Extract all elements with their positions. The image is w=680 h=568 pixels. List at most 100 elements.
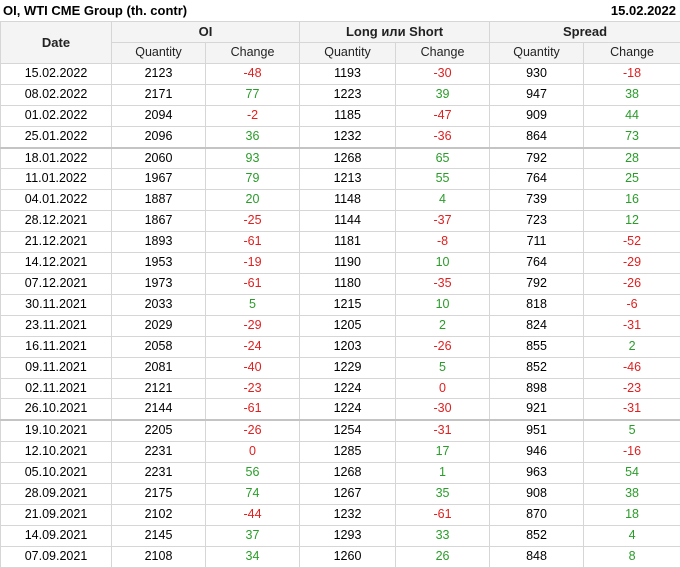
spread-quantity-cell: 930 [490, 63, 584, 84]
date-cell: 07.09.2021 [1, 546, 112, 567]
long-short-change-cell: -26 [396, 336, 490, 357]
oi-change-cell: -25 [206, 211, 300, 232]
long-short-quantity-cell: 1190 [300, 253, 396, 274]
spread-change-cell: 54 [584, 463, 680, 484]
oi-change-cell: -61 [206, 273, 300, 294]
oi-quantity-cell: 1887 [112, 190, 206, 211]
oi-quantity-cell: 1953 [112, 253, 206, 274]
date-cell: 14.09.2021 [1, 525, 112, 546]
long-short-change-cell: -35 [396, 273, 490, 294]
long-short-quantity-cell: 1224 [300, 378, 396, 399]
spread-group-header: Spread [490, 22, 680, 43]
oi-change-cell: 79 [206, 169, 300, 190]
spread-change-cell: -31 [584, 399, 680, 420]
table-row: 30.11.202120335121510818-6 [1, 294, 680, 315]
spread-change-cell: 25 [584, 169, 680, 190]
oi-change-cell: 5 [206, 294, 300, 315]
oi-quantity-cell: 2060 [112, 148, 206, 169]
oi-quantity-cell: 2231 [112, 442, 206, 463]
oi-change-cell: -40 [206, 357, 300, 378]
date-cell: 08.02.2022 [1, 84, 112, 105]
oi-change-cell: -2 [206, 105, 300, 126]
date-cell: 25.01.2022 [1, 126, 112, 147]
long-short-change-cell: 4 [396, 190, 490, 211]
long-short-quantity-cell: 1144 [300, 211, 396, 232]
long-short-change-cell: 1 [396, 463, 490, 484]
long-short-change-cell: -30 [396, 63, 490, 84]
oi-change-cell: 34 [206, 546, 300, 567]
table-row: 07.09.20212108341260268488 [1, 546, 680, 567]
oi-change-cell: -61 [206, 399, 300, 420]
spread-quantity-cell: 864 [490, 126, 584, 147]
oi-quantity-cell: 2094 [112, 105, 206, 126]
spread-change-cell: 18 [584, 504, 680, 525]
table-row: 05.10.20212231561268196354 [1, 463, 680, 484]
table-row: 07.12.20211973-611180-35792-26 [1, 273, 680, 294]
oi-change-cell: -19 [206, 253, 300, 274]
long-short-change-header: Change [396, 43, 490, 64]
table-row: 23.11.20212029-2912052824-31 [1, 315, 680, 336]
table-row: 04.01.20221887201148473916 [1, 190, 680, 211]
date-cell: 19.10.2021 [1, 420, 112, 441]
date-cell: 01.02.2022 [1, 105, 112, 126]
long-short-quantity-cell: 1223 [300, 84, 396, 105]
report-title: OI, WTI CME Group (th. contr) [3, 3, 187, 18]
spread-change-cell: -18 [584, 63, 680, 84]
date-cell: 12.10.2021 [1, 442, 112, 463]
date-column-header: Date [1, 22, 112, 64]
long-short-quantity-cell: 1232 [300, 126, 396, 147]
spread-change-cell: -26 [584, 273, 680, 294]
spread-quantity-cell: 792 [490, 148, 584, 169]
long-short-change-cell: -8 [396, 232, 490, 253]
long-short-quantity-cell: 1213 [300, 169, 396, 190]
date-cell: 07.12.2021 [1, 273, 112, 294]
date-cell: 26.10.2021 [1, 399, 112, 420]
oi-change-cell: 36 [206, 126, 300, 147]
date-cell: 30.11.2021 [1, 294, 112, 315]
spread-change-cell: 12 [584, 211, 680, 232]
oi-change-header: Change [206, 43, 300, 64]
spread-change-cell: 4 [584, 525, 680, 546]
table-row: 08.02.202221717712233994738 [1, 84, 680, 105]
oi-change-cell: 77 [206, 84, 300, 105]
oi-quantity-cell: 2081 [112, 357, 206, 378]
table-row: 26.10.20212144-611224-30921-31 [1, 399, 680, 420]
date-cell: 23.11.2021 [1, 315, 112, 336]
oi-change-cell: 93 [206, 148, 300, 169]
oi-change-cell: -29 [206, 315, 300, 336]
spread-change-cell: 5 [584, 420, 680, 441]
spread-quantity-cell: 852 [490, 525, 584, 546]
oi-quantity-cell: 2121 [112, 378, 206, 399]
spread-change-cell: 38 [584, 84, 680, 105]
oi-change-cell: -23 [206, 378, 300, 399]
oi-change-cell: -48 [206, 63, 300, 84]
table-row: 16.11.20212058-241203-268552 [1, 336, 680, 357]
spread-quantity-cell: 908 [490, 484, 584, 505]
spread-quantity-cell: 824 [490, 315, 584, 336]
long-short-group-header: Long или Short [300, 22, 490, 43]
long-short-quantity-cell: 1224 [300, 399, 396, 420]
date-cell: 14.12.2021 [1, 253, 112, 274]
table-row: 21.12.20211893-611181-8711-52 [1, 232, 680, 253]
oi-table: Date OI Long или Short Spread Quantity C… [0, 21, 680, 568]
long-short-change-cell: 10 [396, 294, 490, 315]
table-row: 11.01.202219677912135576425 [1, 169, 680, 190]
oi-quantity-cell: 2144 [112, 399, 206, 420]
spread-quantity-cell: 764 [490, 253, 584, 274]
long-short-quantity-cell: 1203 [300, 336, 396, 357]
long-short-quantity-cell: 1268 [300, 148, 396, 169]
long-short-quantity-cell: 1229 [300, 357, 396, 378]
date-cell: 15.02.2022 [1, 63, 112, 84]
date-cell: 04.01.2022 [1, 190, 112, 211]
spread-change-cell: 16 [584, 190, 680, 211]
long-short-quantity-cell: 1268 [300, 463, 396, 484]
oi-quantity-cell: 2033 [112, 294, 206, 315]
long-short-quantity-cell: 1181 [300, 232, 396, 253]
oi-quantity-cell: 2123 [112, 63, 206, 84]
long-short-change-cell: 65 [396, 148, 490, 169]
date-cell: 28.09.2021 [1, 484, 112, 505]
long-short-change-cell: 55 [396, 169, 490, 190]
oi-quantity-cell: 2102 [112, 504, 206, 525]
spread-change-cell: 38 [584, 484, 680, 505]
date-cell: 11.01.2022 [1, 169, 112, 190]
